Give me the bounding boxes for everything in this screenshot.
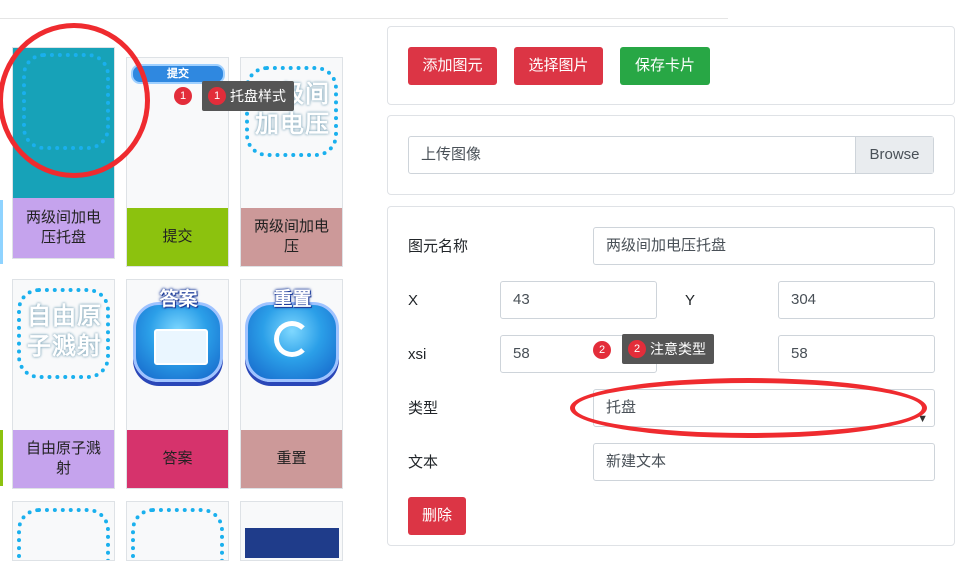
answer-caption: 答案 bbox=[159, 289, 198, 310]
properties-panel: 图元名称 两级间加电压托盘 X 43 Y 304 xsi 58 58 类型 托盘… bbox=[387, 206, 955, 546]
select-image-button[interactable]: 选择图片 bbox=[514, 47, 603, 85]
card-label: 两级间加电压 bbox=[241, 208, 342, 266]
chevron-down-icon: ▼ bbox=[917, 413, 928, 425]
tray-dashed-outline bbox=[131, 508, 224, 560]
text-label: 文本 bbox=[408, 454, 439, 471]
card-label: 两级间加电压托盘 bbox=[13, 198, 114, 258]
upload-filename: 上传图像 bbox=[421, 146, 482, 163]
tooltip-number-badge: 2 bbox=[628, 340, 646, 358]
tooltip-note-type: 2 注意类型 bbox=[622, 334, 714, 364]
element-card-tray[interactable]: 两级间加电压托盘 bbox=[12, 47, 115, 259]
save-card-button[interactable]: 保存卡片 bbox=[620, 47, 710, 85]
card-thumbnail bbox=[13, 48, 114, 198]
element-card-reset[interactable]: 重置 重置 bbox=[240, 279, 343, 489]
tooltip-number-badge: 1 bbox=[208, 87, 226, 105]
tray-dashed-outline bbox=[17, 508, 110, 560]
browse-button[interactable]: Browse bbox=[855, 137, 933, 173]
tooltip-tray-style: 1 托盘样式 bbox=[202, 81, 294, 111]
reset-refresh-icon bbox=[245, 302, 339, 382]
element-card-partial[interactable] bbox=[126, 501, 229, 561]
x-label: X bbox=[408, 292, 419, 309]
y-label: Y bbox=[685, 292, 696, 309]
refresh-icon bbox=[274, 321, 310, 357]
thumbnail-overlay-text: 自由原子溅射 bbox=[27, 303, 102, 360]
add-element-button[interactable]: 添加图元 bbox=[408, 47, 497, 85]
type-select[interactable]: 托盘 ▼ bbox=[593, 389, 935, 427]
upload-panel: 上传图像 Browse bbox=[387, 115, 955, 195]
ysi-field[interactable]: 58 bbox=[778, 335, 935, 373]
upload-file-input[interactable]: 上传图像 Browse bbox=[408, 136, 934, 174]
top-divider bbox=[0, 18, 728, 19]
x-field[interactable]: 43 bbox=[500, 281, 657, 319]
book-icon bbox=[154, 329, 208, 365]
partial-card-edge bbox=[0, 430, 3, 486]
type-selected-value: 托盘 bbox=[606, 399, 637, 416]
toolbar-panel: 添加图元 选择图片 保存卡片 bbox=[387, 26, 955, 105]
element-card-partial[interactable] bbox=[240, 501, 343, 561]
tooltip-text: 注意类型 bbox=[650, 341, 706, 357]
name-label: 图元名称 bbox=[408, 238, 469, 255]
reset-caption: 重置 bbox=[273, 289, 312, 310]
tooltip-text: 托盘样式 bbox=[230, 88, 286, 104]
element-card-sputter[interactable]: 自由原子溅射 自由原子溅射 bbox=[12, 279, 115, 489]
step-marker: 2 bbox=[593, 341, 611, 359]
card-label: 重置 bbox=[241, 430, 342, 488]
tray-dashed-outline bbox=[22, 53, 110, 150]
card-label: 提交 bbox=[127, 208, 228, 266]
xsi-label: xsi bbox=[408, 346, 427, 363]
card-thumbnail: 重置 bbox=[241, 280, 342, 430]
step-marker: 1 bbox=[174, 87, 192, 105]
partial-card-edge bbox=[0, 200, 3, 264]
card-label: 自由原子溅射 bbox=[13, 430, 114, 488]
element-card-partial[interactable] bbox=[12, 501, 115, 561]
card-thumbnail: 答案 bbox=[127, 280, 228, 430]
element-card-answer[interactable]: 答案 答案 bbox=[126, 279, 229, 489]
card-thumbnail: 自由原子溅射 bbox=[13, 280, 114, 430]
text-field[interactable]: 新建文本 bbox=[593, 443, 935, 481]
delete-button[interactable]: 删除 bbox=[408, 497, 466, 535]
answer-book-icon bbox=[133, 302, 223, 382]
card-thumbnail bbox=[245, 528, 339, 558]
y-field[interactable]: 304 bbox=[778, 281, 935, 319]
type-label: 类型 bbox=[408, 400, 439, 417]
card-label: 答案 bbox=[127, 430, 228, 488]
name-field[interactable]: 两级间加电压托盘 bbox=[593, 227, 935, 265]
